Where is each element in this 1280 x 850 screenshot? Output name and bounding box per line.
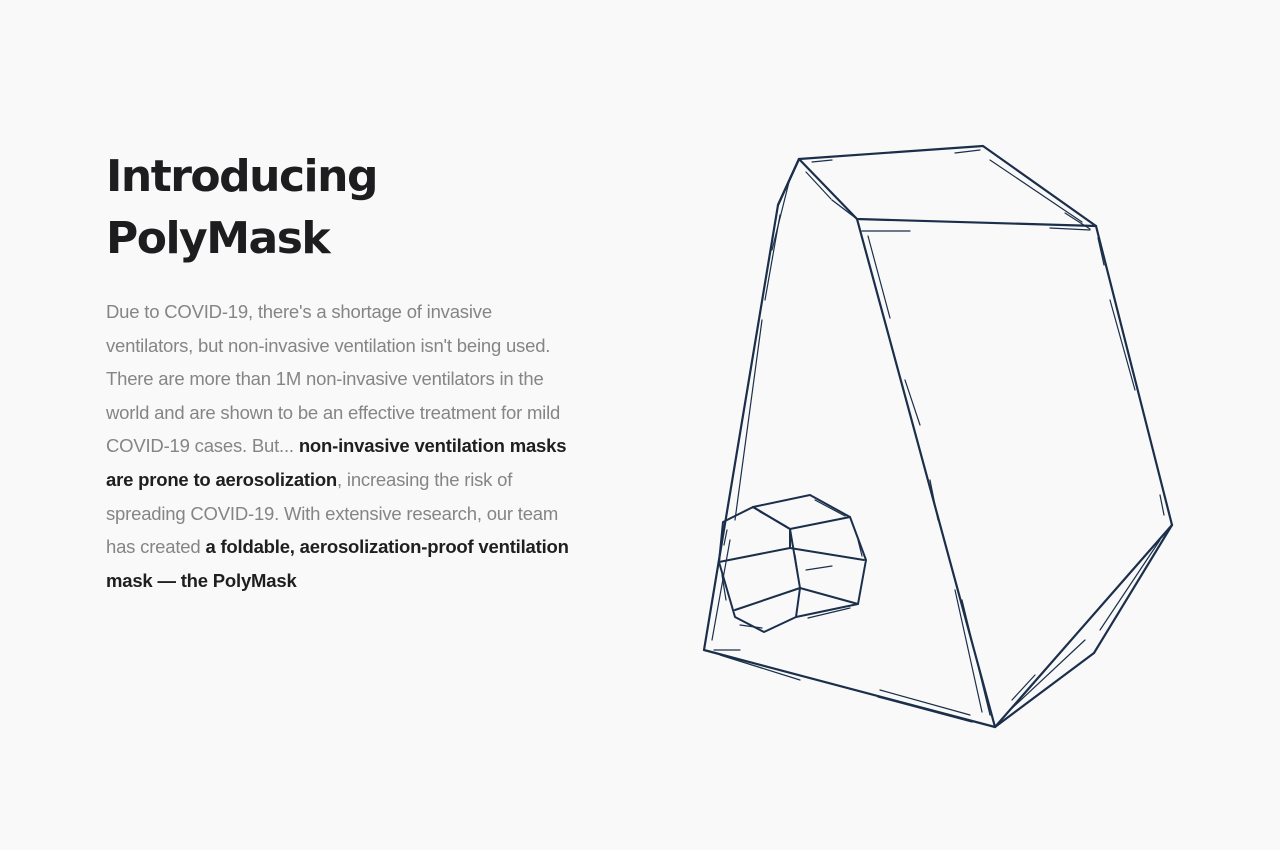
title-line-1: Introducing [106, 151, 378, 202]
intro-paragraph: Due to COVID-19, there's a shortage of i… [106, 295, 576, 597]
polymask-illustration [690, 130, 1190, 740]
page-title: Introducing PolyMask [106, 146, 378, 270]
title-line-2: PolyMask [106, 213, 331, 264]
intro-text-1: Due to COVID-19, there's a shortage of i… [106, 301, 561, 457]
hero-section: Introducing PolyMask Due to COVID-19, th… [0, 0, 1280, 850]
polymask-drawing [702, 144, 1174, 729]
